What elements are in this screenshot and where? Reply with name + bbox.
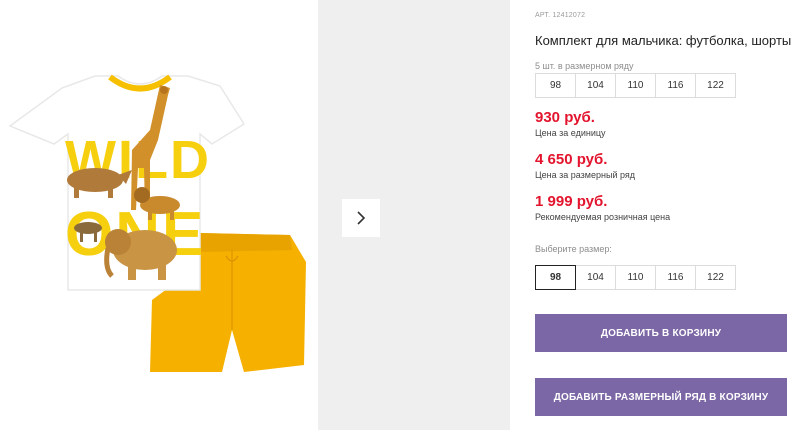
product-info: АРТ. 12412072 Комплект для мальчика: фут… xyxy=(535,0,800,430)
product-image[interactable]: WILD ONE xyxy=(0,0,318,430)
size-run-price: 4 650 руб. xyxy=(535,151,608,168)
size-option-122[interactable]: 122 xyxy=(695,265,736,290)
size-run-item: 110 xyxy=(615,73,656,98)
size-run-item: 104 xyxy=(575,73,616,98)
retail-price: 1 999 руб. xyxy=(535,193,608,210)
size-selector: 98 104 110 116 122 xyxy=(535,265,736,290)
size-run-hint: 5 шт. в размерном ряду xyxy=(535,61,634,71)
size-run-item: 98 xyxy=(535,73,576,98)
unit-price: 930 руб. xyxy=(535,109,595,126)
sku: АРТ. 12412072 xyxy=(535,12,585,19)
product-title: Комплект для мальчика: футболка, шорты xyxy=(535,33,792,48)
sku-value: 12412072 xyxy=(552,12,586,19)
size-select-hint: Выберите размер: xyxy=(535,244,612,254)
chevron-right-icon xyxy=(357,211,366,225)
next-image-button[interactable] xyxy=(342,199,380,237)
sku-label: АРТ. xyxy=(535,12,551,19)
product-gallery: WILD ONE xyxy=(0,0,318,430)
retail-price-label: Рекомендуемая розничная цена xyxy=(535,212,671,222)
size-run-item: 116 xyxy=(655,73,696,98)
unit-price-label: Цена за единицу xyxy=(535,128,606,138)
size-option-104[interactable]: 104 xyxy=(575,265,616,290)
add-to-cart-button[interactable]: ДОБАВИТЬ В КОРЗИНУ xyxy=(535,314,787,352)
size-option-116[interactable]: 116 xyxy=(655,265,696,290)
add-size-run-to-cart-button[interactable]: ДОБАВИТЬ РАЗМЕРНЫЙ РЯД В КОРЗИНУ xyxy=(535,378,787,416)
size-run-price-label: Цена за размерный ряд xyxy=(535,170,636,180)
size-run-item: 122 xyxy=(695,73,736,98)
size-option-110[interactable]: 110 xyxy=(615,265,656,290)
size-run-list: 98 104 110 116 122 xyxy=(535,73,736,98)
size-option-98[interactable]: 98 xyxy=(535,265,576,290)
